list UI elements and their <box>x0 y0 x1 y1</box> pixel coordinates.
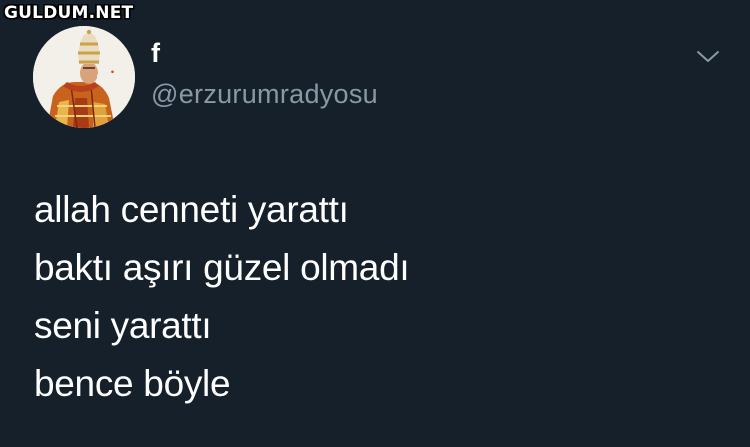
tweet-text-line: bence böyle <box>34 363 231 404</box>
author-display-name[interactable]: f <box>151 40 160 67</box>
watermark-logo: GULDUM.NET <box>4 3 134 23</box>
avatar-pope-illustration <box>33 26 135 128</box>
tweet-text-line: allah cenneti yarattı <box>34 189 349 230</box>
tweet-text-line: seni yarattı <box>34 305 212 346</box>
tweet-text-line: baktı aşırı güzel olmadı <box>34 247 410 288</box>
user-avatar[interactable] <box>33 26 135 128</box>
tweet-text: allah cenneti yarattı baktı aşırı güzel … <box>34 181 410 413</box>
author-handle[interactable]: @erzurumradyosu <box>151 81 378 108</box>
chevron-down-icon[interactable] <box>694 46 722 66</box>
